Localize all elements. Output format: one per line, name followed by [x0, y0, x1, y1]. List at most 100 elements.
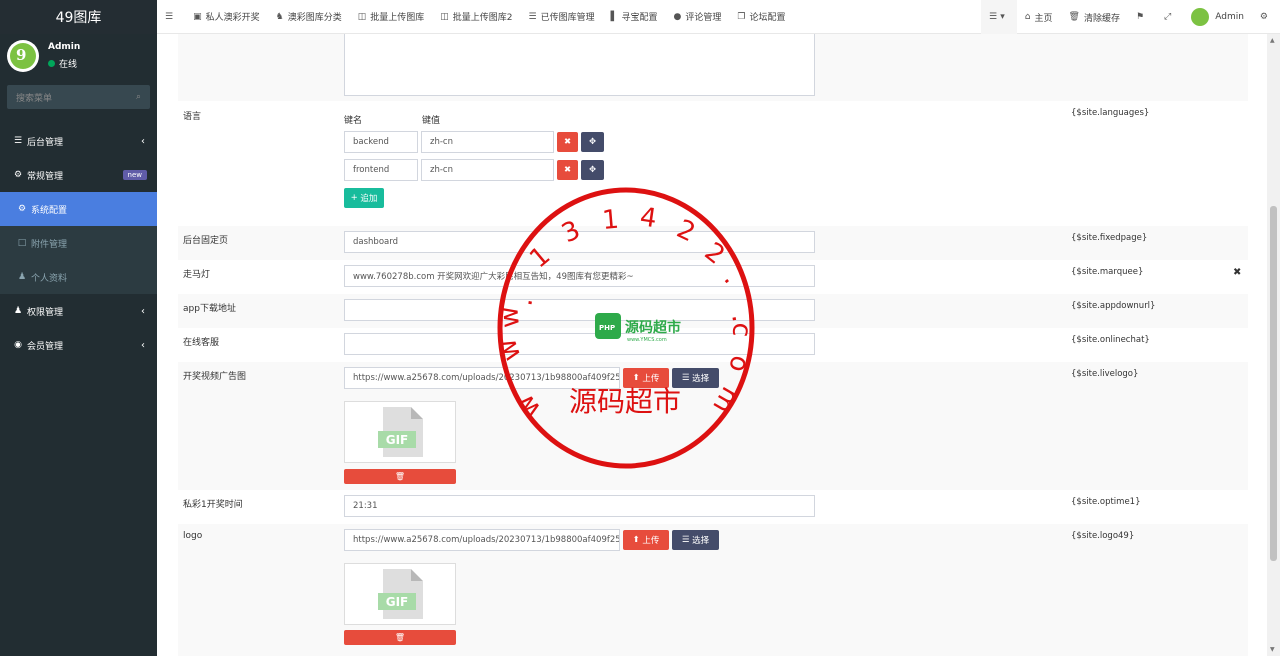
image-preview[interactable]: GIF: [344, 401, 456, 463]
select-button[interactable]: ☰ 选择: [672, 368, 719, 388]
language-icon: ⚑: [1135, 12, 1145, 22]
livelogo-url-input[interactable]: https://www.a25678.com/uploads/20230713/…: [344, 367, 620, 389]
language-key-input[interactable]: frontend: [344, 159, 418, 181]
upload-button[interactable]: ⬆ 上传: [623, 368, 669, 388]
form-row-marquee: 走马灯 www.760278b.com 开奖网欢迎广大彩民相互告知，49图库有您…: [178, 260, 1248, 294]
form-row-optime1: 私彩1开奖时间 21:31 {$site.optime1}: [178, 490, 1248, 524]
optime1-input[interactable]: 21:31: [344, 495, 815, 517]
upload-icon: ⬆: [632, 535, 643, 545]
chevron-left-icon: ‹: [141, 305, 145, 317]
close-icon: ✖: [563, 165, 572, 175]
multi-tab-toggle-button[interactable]: ☰ ▾: [981, 0, 1017, 34]
bell-icon: ♞: [275, 11, 284, 22]
fixedpage-input[interactable]: dashboard: [344, 231, 815, 253]
tab-batch-upload[interactable]: ◫ 批量上传图库: [350, 0, 433, 34]
clear-cache-button[interactable]: 🗑 清除缓存: [1061, 0, 1128, 34]
brand-logo[interactable]: 49图库: [0, 0, 157, 34]
sidebar-toggle-button[interactable]: ☰: [157, 0, 185, 34]
scroll-down-icon[interactable]: ▼: [1270, 646, 1275, 653]
onlinechat-input[interactable]: [344, 333, 815, 355]
plus-icon: +: [350, 193, 361, 203]
user-panel: 9 Admin 在线: [0, 34, 157, 78]
list-icon: ☰: [528, 11, 537, 22]
drag-row-button[interactable]: ✥: [581, 160, 604, 180]
remove-row-button[interactable]: ✖: [557, 160, 578, 180]
online-dot-icon: [48, 60, 55, 67]
form-row-textarea: [178, 34, 1248, 101]
tab-batch-upload-2[interactable]: ◫ 批量上传图库2: [432, 0, 520, 34]
avatar: [1191, 8, 1210, 26]
textarea-field[interactable]: [344, 34, 815, 96]
scroll-up-icon[interactable]: ▲: [1270, 37, 1275, 44]
appdownurl-input[interactable]: [344, 299, 815, 321]
gif-label: GIF: [378, 431, 416, 448]
remove-row-button[interactable]: ✖: [557, 132, 578, 152]
delete-image-button[interactable]: 🗑: [344, 469, 456, 484]
cogs-icon: ⚙: [13, 170, 23, 180]
tab-private-lottery[interactable]: ▣ 私人澳彩开奖: [185, 0, 268, 34]
trash-icon: 🗑: [1068, 12, 1080, 22]
form-row-appdownurl: app下载地址 {$site.appdownurl}: [178, 294, 1248, 328]
database-icon: ◫: [357, 11, 367, 22]
field-label: 在线客服: [183, 338, 220, 348]
value-header: 键值: [422, 116, 441, 126]
sidebar-item-attachment[interactable]: □ 附件管理: [0, 226, 157, 260]
sidebar-item-general[interactable]: ⚙ 常规管理 new: [0, 158, 157, 192]
marquee-input[interactable]: www.760278b.com 开奖网欢迎广大彩民相互告知，49图库有您更精彩~: [344, 265, 815, 287]
scroll-thumb[interactable]: [1270, 206, 1277, 561]
fullscreen-button[interactable]: ⤢: [1156, 0, 1183, 34]
language-toggle-button[interactable]: ⚑: [1128, 0, 1156, 34]
list-dropdown-icon: ☰ ▾: [989, 12, 1005, 22]
tab-gallery-category[interactable]: ♞ 澳彩图库分类: [268, 0, 350, 34]
tab-comments[interactable]: ● 评论管理: [666, 0, 730, 34]
sidebar-item-member[interactable]: ◉ 会员管理 ‹: [0, 328, 157, 362]
logo49-url-input[interactable]: https://www.a25678.com/uploads/20230713/…: [344, 529, 620, 551]
tab-treasure-config[interactable]: ▌ 寻宝配置: [603, 0, 666, 34]
template-variable: {$site.optime1}: [1071, 497, 1141, 507]
home-link[interactable]: ⌂ 主页: [1017, 0, 1061, 34]
form-row-languages: 语言 键名 键值 backend zh-cn ✖ ✥ frontend zh-c…: [178, 101, 1248, 226]
language-value-input[interactable]: zh-cn: [421, 131, 554, 153]
user-menu[interactable]: Admin: [1183, 0, 1252, 34]
field-label: 开奖视频广告图: [183, 372, 247, 382]
new-badge: new: [122, 170, 147, 180]
sidebar-item-profile[interactable]: ♟ 个人资料: [0, 260, 157, 294]
field-label: 后台固定页: [183, 236, 229, 246]
group-icon: ♟: [13, 306, 23, 316]
user-icon: ♟: [17, 272, 27, 282]
sidebar-item-system-config[interactable]: ⚙ 系统配置: [0, 192, 157, 226]
bar-chart-icon: ▌: [610, 11, 618, 22]
move-icon: ✥: [588, 165, 597, 175]
trash-icon: 🗑: [394, 633, 406, 642]
template-variable: {$site.livelogo}: [1071, 369, 1139, 379]
tab-uploaded-gallery[interactable]: ☰ 已传图库管理: [520, 0, 602, 34]
settings-button[interactable]: ⚙: [1252, 0, 1280, 34]
sidebar-item-backend[interactable]: ☰ 后台管理 ‹: [0, 124, 157, 158]
drag-row-button[interactable]: ✥: [581, 132, 604, 152]
sidebar-item-auth[interactable]: ♟ 权限管理 ‹: [0, 294, 157, 328]
close-icon[interactable]: ✖: [1233, 267, 1241, 278]
add-row-button[interactable]: + 追加: [344, 188, 384, 208]
search-icon[interactable]: ⌕: [136, 92, 141, 102]
tab-forum-config[interactable]: ❐ 论坛配置: [729, 0, 793, 34]
language-value-input[interactable]: zh-cn: [421, 159, 554, 181]
field-label: logo: [183, 531, 203, 541]
upload-button[interactable]: ⬆ 上传: [623, 530, 669, 550]
user-circle-icon: ◉: [14, 340, 22, 350]
user-status: 在线: [48, 57, 80, 70]
delete-image-button[interactable]: 🗑: [344, 630, 456, 645]
user-name: Admin: [48, 42, 81, 52]
cogs-icon: ⚙: [1259, 12, 1268, 22]
field-label: 私彩1开奖时间: [183, 500, 243, 510]
template-variable: {$site.onlinechat}: [1071, 335, 1150, 345]
top-navbar: ☰ ▣ 私人澳彩开奖 ♞ 澳彩图库分类 ◫ 批量上传图库 ◫ 批量上传图库2 ☰ 已传图库…: [157, 0, 1280, 34]
list-icon: ☰: [681, 373, 693, 383]
language-key-input[interactable]: backend: [344, 131, 418, 153]
avatar: 9: [7, 40, 39, 72]
image-preview[interactable]: GIF: [344, 563, 456, 625]
select-button[interactable]: ☰ 选择: [672, 530, 719, 550]
close-icon: ✖: [563, 137, 572, 147]
search-input[interactable]: 搜索菜单 ⌕: [7, 85, 150, 109]
page-scrollbar[interactable]: ▲ ▼: [1267, 34, 1280, 656]
home-icon: ⌂: [1024, 12, 1031, 22]
